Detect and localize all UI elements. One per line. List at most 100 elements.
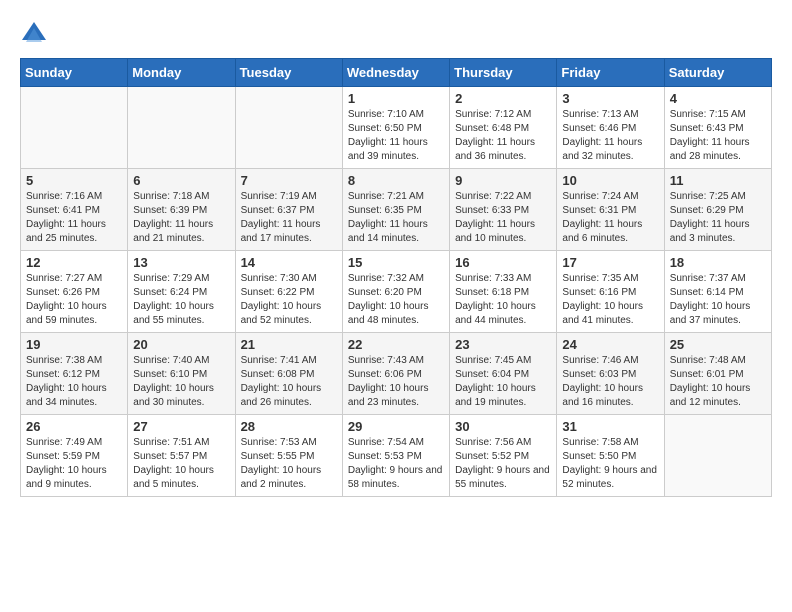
calendar-cell: 8 Sunrise: 7:21 AM Sunset: 6:35 PM Daylig… [342, 169, 449, 251]
day-number: 20 [133, 337, 229, 352]
calendar-cell: 6Sunrise: 7:18 AM Sunset: 6:39 PM Daylig… [128, 169, 235, 251]
calendar-cell: 9 Sunrise: 7:22 AM Sunset: 6:33 PM Daylig… [450, 169, 557, 251]
day-number: 10 [562, 173, 658, 188]
calendar-cell: 2 Sunrise: 7:12 AM Sunset: 6:48 PM Daylig… [450, 87, 557, 169]
day-number: 17 [562, 255, 658, 270]
calendar-cell: 29Sunrise: 7:54 AM Sunset: 5:53 PM Dayli… [342, 415, 449, 497]
day-number: 7 [241, 173, 337, 188]
day-number: 27 [133, 419, 229, 434]
calendar-cell [21, 87, 128, 169]
calendar-cell: 3 Sunrise: 7:13 AM Sunset: 6:46 PM Daylig… [557, 87, 664, 169]
day-number: 31 [562, 419, 658, 434]
calendar-cell: 24 Sunrise: 7:46 AM Sunset: 6:03 PM Dayli… [557, 333, 664, 415]
weekday-header-row: SundayMondayTuesdayWednesdayThursdayFrid… [21, 59, 772, 87]
day-number: 21 [241, 337, 337, 352]
calendar-cell: 27 Sunrise: 7:51 AM Sunset: 5:57 PM Dayli… [128, 415, 235, 497]
calendar-cell: 21 Sunrise: 7:41 AM Sunset: 6:08 PM Dayli… [235, 333, 342, 415]
logo [20, 20, 52, 48]
calendar-cell: 30Sunrise: 7:56 AM Sunset: 5:52 PM Dayli… [450, 415, 557, 497]
day-number: 14 [241, 255, 337, 270]
day-info: Sunrise: 7:43 AM Sunset: 6:06 PM Dayligh… [348, 354, 444, 410]
day-info: Sunrise: 7:41 AM Sunset: 6:08 PM Dayligh… [241, 354, 337, 410]
calendar-week-row: 19 Sunrise: 7:38 AM Sunset: 6:12 PM Dayli… [21, 333, 772, 415]
calendar-cell: 7Sunrise: 7:19 AM Sunset: 6:37 PM Daylig… [235, 169, 342, 251]
calendar-cell: 14 Sunrise: 7:30 AM Sunset: 6:22 PM Dayli… [235, 251, 342, 333]
day-number: 24 [562, 337, 658, 352]
day-number: 9 [455, 173, 551, 188]
calendar-cell: 31 Sunrise: 7:58 AM Sunset: 5:50 PM Dayli… [557, 415, 664, 497]
day-number: 19 [26, 337, 122, 352]
calendar-cell: 4 Sunrise: 7:15 AM Sunset: 6:43 PM Daylig… [664, 87, 771, 169]
day-number: 5 [26, 173, 122, 188]
calendar-cell: 5 Sunrise: 7:16 AM Sunset: 6:41 PM Daylig… [21, 169, 128, 251]
day-number: 3 [562, 91, 658, 106]
calendar-cell: 16Sunrise: 7:33 AM Sunset: 6:18 PM Dayli… [450, 251, 557, 333]
day-number: 28 [241, 419, 337, 434]
calendar-week-row: 1Sunrise: 7:10 AM Sunset: 6:50 PM Daylig… [21, 87, 772, 169]
day-number: 26 [26, 419, 122, 434]
day-info: Sunrise: 7:46 AM Sunset: 6:03 PM Dayligh… [562, 354, 658, 410]
calendar-week-row: 12 Sunrise: 7:27 AM Sunset: 6:26 PM Dayli… [21, 251, 772, 333]
weekday-header-tuesday: Tuesday [235, 59, 342, 87]
calendar-cell: 1Sunrise: 7:10 AM Sunset: 6:50 PM Daylig… [342, 87, 449, 169]
calendar-cell: 12 Sunrise: 7:27 AM Sunset: 6:26 PM Dayli… [21, 251, 128, 333]
day-info: Sunrise: 7:32 AM Sunset: 6:20 PM Dayligh… [348, 272, 444, 328]
calendar-cell [664, 415, 771, 497]
day-info: Sunrise: 7:49 AM Sunset: 5:59 PM Dayligh… [26, 436, 122, 492]
day-number: 30 [455, 419, 551, 434]
calendar-cell: 28 Sunrise: 7:53 AM Sunset: 5:55 PM Dayli… [235, 415, 342, 497]
calendar-cell: 23 Sunrise: 7:45 AM Sunset: 6:04 PM Dayli… [450, 333, 557, 415]
day-number: 29 [348, 419, 444, 434]
day-info: Sunrise: 7:12 AM Sunset: 6:48 PM Dayligh… [455, 108, 551, 164]
day-info: Sunrise: 7:30 AM Sunset: 6:22 PM Dayligh… [241, 272, 337, 328]
day-number: 18 [670, 255, 766, 270]
calendar-cell: 10 Sunrise: 7:24 AM Sunset: 6:31 PM Dayli… [557, 169, 664, 251]
calendar-cell [235, 87, 342, 169]
day-info: Sunrise: 7:48 AM Sunset: 6:01 PM Dayligh… [670, 354, 766, 410]
day-info: Sunrise: 7:51 AM Sunset: 5:57 PM Dayligh… [133, 436, 229, 492]
day-info: Sunrise: 7:15 AM Sunset: 6:43 PM Dayligh… [670, 108, 766, 164]
calendar-cell [128, 87, 235, 169]
calendar-cell: 19 Sunrise: 7:38 AM Sunset: 6:12 PM Dayli… [21, 333, 128, 415]
day-info: Sunrise: 7:21 AM Sunset: 6:35 PM Dayligh… [348, 190, 444, 246]
calendar-cell: 18 Sunrise: 7:37 AM Sunset: 6:14 PM Dayli… [664, 251, 771, 333]
day-number: 22 [348, 337, 444, 352]
calendar-cell: 17 Sunrise: 7:35 AM Sunset: 6:16 PM Dayli… [557, 251, 664, 333]
day-number: 15 [348, 255, 444, 270]
day-number: 12 [26, 255, 122, 270]
day-number: 11 [670, 173, 766, 188]
day-info: Sunrise: 7:45 AM Sunset: 6:04 PM Dayligh… [455, 354, 551, 410]
day-info: Sunrise: 7:27 AM Sunset: 6:26 PM Dayligh… [26, 272, 122, 328]
day-number: 25 [670, 337, 766, 352]
day-info: Sunrise: 7:16 AM Sunset: 6:41 PM Dayligh… [26, 190, 122, 246]
calendar-cell: 25 Sunrise: 7:48 AM Sunset: 6:01 PM Dayli… [664, 333, 771, 415]
day-number: 6 [133, 173, 229, 188]
day-info: Sunrise: 7:35 AM Sunset: 6:16 PM Dayligh… [562, 272, 658, 328]
calendar-cell: 20 Sunrise: 7:40 AM Sunset: 6:10 PM Dayli… [128, 333, 235, 415]
calendar-cell: 22 Sunrise: 7:43 AM Sunset: 6:06 PM Dayli… [342, 333, 449, 415]
calendar-cell: 15 Sunrise: 7:32 AM Sunset: 6:20 PM Dayli… [342, 251, 449, 333]
day-info: Sunrise: 7:37 AM Sunset: 6:14 PM Dayligh… [670, 272, 766, 328]
day-info: Sunrise: 7:53 AM Sunset: 5:55 PM Dayligh… [241, 436, 337, 492]
day-number: 8 [348, 173, 444, 188]
day-number: 1 [348, 91, 444, 106]
calendar-week-row: 5 Sunrise: 7:16 AM Sunset: 6:41 PM Daylig… [21, 169, 772, 251]
calendar-week-row: 26 Sunrise: 7:49 AM Sunset: 5:59 PM Dayli… [21, 415, 772, 497]
weekday-header-sunday: Sunday [21, 59, 128, 87]
page-header [20, 20, 772, 48]
day-number: 2 [455, 91, 551, 106]
day-info: Sunrise: 7:29 AM Sunset: 6:24 PM Dayligh… [133, 272, 229, 328]
weekday-header-thursday: Thursday [450, 59, 557, 87]
day-info: Sunrise: 7:24 AM Sunset: 6:31 PM Dayligh… [562, 190, 658, 246]
day-number: 23 [455, 337, 551, 352]
calendar-cell: 11 Sunrise: 7:25 AM Sunset: 6:29 PM Dayli… [664, 169, 771, 251]
day-info: Sunrise: 7:40 AM Sunset: 6:10 PM Dayligh… [133, 354, 229, 410]
calendar-table: SundayMondayTuesdayWednesdayThursdayFrid… [20, 58, 772, 497]
day-number: 4 [670, 91, 766, 106]
day-info: Sunrise: 7:13 AM Sunset: 6:46 PM Dayligh… [562, 108, 658, 164]
day-info: Sunrise: 7:22 AM Sunset: 6:33 PM Dayligh… [455, 190, 551, 246]
day-info: Sunrise: 7:58 AM Sunset: 5:50 PM Dayligh… [562, 436, 658, 492]
day-info: Sunrise: 7:25 AM Sunset: 6:29 PM Dayligh… [670, 190, 766, 246]
day-info: Sunrise: 7:38 AM Sunset: 6:12 PM Dayligh… [26, 354, 122, 410]
calendar-cell: 13Sunrise: 7:29 AM Sunset: 6:24 PM Dayli… [128, 251, 235, 333]
